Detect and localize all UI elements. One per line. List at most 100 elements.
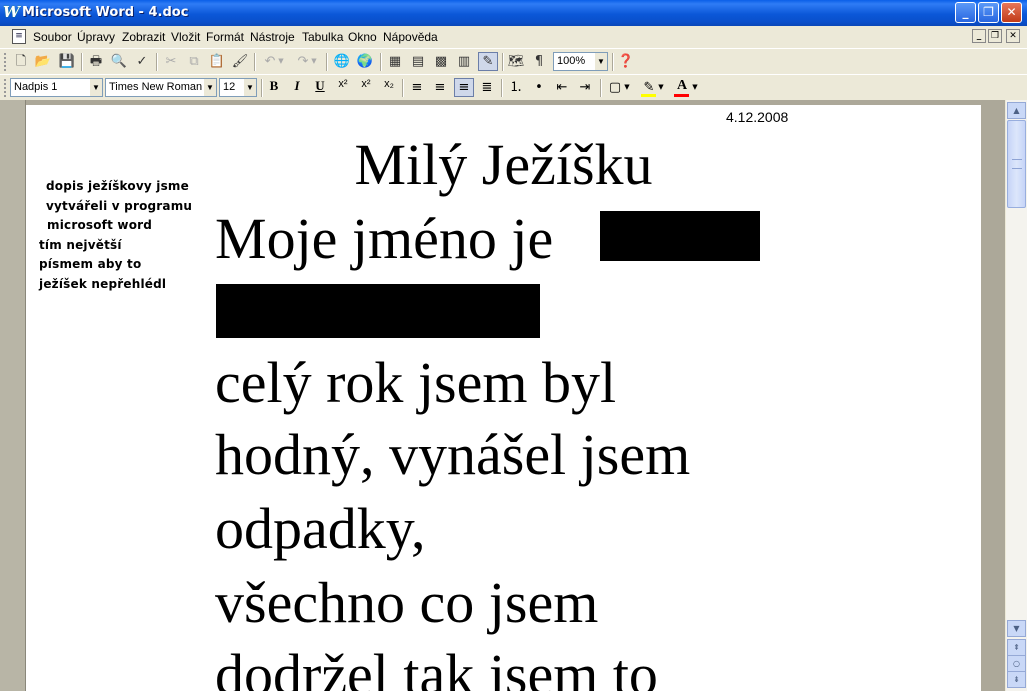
font-dropdown-icon[interactable]: ▼ <box>204 79 216 96</box>
vertical-ruler <box>0 100 26 691</box>
menu-bar: ≡ Soubor Úpravy Zobrazit Vložit Formát N… <box>0 26 1027 47</box>
toolbar-separator <box>502 53 504 71</box>
close-button[interactable]: ✕ <box>1001 2 1022 23</box>
align-center-icon[interactable]: ≡ <box>430 78 450 97</box>
align-left-icon[interactable]: ≡ <box>407 78 427 97</box>
drawing-icon[interactable]: ✎ <box>478 52 498 71</box>
redo-dropdown-icon[interactable]: ▼ <box>309 52 319 71</box>
document-area: 4.12.2008 Milý Ježíšku Moje jméno je cel… <box>0 100 1005 691</box>
formatting-toolbar: Nadpis 1 ▼ Times New Roman ▼ 12 ▼ B I U … <box>0 74 1027 100</box>
justify-icon[interactable]: ≣ <box>477 78 497 97</box>
doc-restore-button[interactable]: ❐ <box>988 29 1002 43</box>
document-map-icon[interactable]: 🗺 <box>506 52 526 71</box>
font-size-dropdown-icon[interactable]: ▼ <box>244 79 256 96</box>
doc-minimize-button[interactable]: _ <box>972 29 986 43</box>
increase-indent-icon[interactable]: ⇥ <box>575 78 595 97</box>
body-line: Moje jméno je <box>215 206 554 271</box>
toolbar-separator <box>254 53 256 71</box>
menu-vlozit[interactable]: Vložit <box>171 30 200 44</box>
font-size-value: 12 <box>223 81 236 93</box>
menu-format[interactable]: Formát <box>206 30 244 44</box>
spelling-icon[interactable]: ✓ <box>132 52 152 71</box>
menu-napoveda[interactable]: Nápověda <box>383 30 438 44</box>
menu-tabulka[interactable]: Tabulka <box>302 30 343 44</box>
insert-excel-icon[interactable]: ▩ <box>431 52 451 71</box>
side-note-line: vytvářeli v programu <box>46 199 193 213</box>
scroll-up-icon[interactable]: ▲ <box>1007 102 1026 119</box>
minimize-button[interactable]: _ <box>955 2 976 23</box>
toolbar-separator <box>402 79 404 97</box>
redacted-surname-block <box>216 284 540 338</box>
copy-icon[interactable]: ⧉ <box>184 52 204 71</box>
toolbar-grip[interactable] <box>4 53 9 71</box>
next-page-icon[interactable]: ⇟ <box>1007 671 1026 688</box>
bullets-icon[interactable]: • <box>529 78 549 97</box>
show-formatting-icon[interactable]: ¶ <box>529 52 549 71</box>
hyperlink-icon[interactable]: 🌐 <box>332 52 352 71</box>
borders-dropdown-icon[interactable]: ▼ <box>622 78 632 97</box>
body-line: odpadky, <box>215 496 426 561</box>
italic-button[interactable]: I <box>287 78 307 97</box>
restore-button[interactable]: ❐ <box>978 2 999 23</box>
style-value: Nadpis 1 <box>14 81 58 93</box>
doc-close-button[interactable]: ✕ <box>1006 29 1020 43</box>
bold-button[interactable]: B <box>264 78 284 97</box>
side-note-line: microsoft word <box>47 218 153 232</box>
browse-object-icon[interactable]: ○ <box>1007 655 1026 672</box>
scroll-down-icon[interactable]: ▼ <box>1007 620 1026 637</box>
numbering-icon[interactable]: ⒈ <box>506 78 526 97</box>
scroll-thumb[interactable] <box>1007 120 1026 208</box>
open-folder-icon[interactable]: 📂 <box>33 52 53 71</box>
undo-dropdown-icon[interactable]: ▼ <box>276 52 286 71</box>
decrease-indent-icon[interactable]: ⇤ <box>552 78 572 97</box>
columns-icon[interactable]: ▥ <box>454 52 474 71</box>
paste-icon[interactable]: 📋 <box>207 52 227 71</box>
cut-icon[interactable]: ✂ <box>161 52 181 71</box>
subscript-button[interactable]: x₂ <box>379 78 399 97</box>
format-painter-icon[interactable]: 🖌 <box>230 52 250 71</box>
tables-borders-icon[interactable]: ▦ <box>385 52 405 71</box>
document-page[interactable]: 4.12.2008 Milý Ježíšku Moje jméno je cel… <box>26 105 981 691</box>
toolbar-separator <box>156 53 158 71</box>
previous-page-icon[interactable]: ⇞ <box>1007 639 1026 656</box>
font-select[interactable]: Times New Roman ▼ <box>105 78 217 97</box>
print-preview-icon[interactable]: 🔍 <box>109 52 129 71</box>
toolbar-separator <box>326 53 328 71</box>
font-color-dropdown-icon[interactable]: ▼ <box>690 78 700 97</box>
style-select[interactable]: Nadpis 1 ▼ <box>10 78 103 97</box>
zoom-select[interactable]: 100% ▼ <box>553 52 608 71</box>
title-bar[interactable]: W Microsoft Word - 4.doc _ ❐ ✕ <box>0 0 1027 26</box>
vertical-scrollbar[interactable]: ▲ ▼ ⇞ ○ ⇟ <box>1005 100 1027 691</box>
menu-upravy[interactable]: Úpravy <box>77 30 115 44</box>
side-note-line: dopis ježíškovy jsme <box>46 179 189 193</box>
menu-okno[interactable]: Okno <box>348 30 377 44</box>
superscript-alt-button[interactable]: x² <box>356 78 376 97</box>
menu-nastroje[interactable]: Nástroje <box>250 30 295 44</box>
new-document-icon[interactable]: 🗋 <box>11 52 31 71</box>
web-toolbar-icon[interactable]: 🌍 <box>355 52 375 71</box>
superscript-button[interactable]: x² <box>333 78 353 97</box>
help-icon[interactable]: ❓ <box>616 52 636 71</box>
body-line: všechno co jsem <box>215 570 599 635</box>
save-icon[interactable]: 💾 <box>57 52 77 71</box>
underline-button[interactable]: U <box>310 78 330 97</box>
zoom-value: 100% <box>557 55 586 67</box>
toolbar-separator <box>81 53 83 71</box>
toolbar-grip[interactable] <box>4 79 9 97</box>
menu-zobrazit[interactable]: Zobrazit <box>122 30 165 44</box>
highlight-dropdown-icon[interactable]: ▼ <box>656 78 666 97</box>
side-note-line: ježíšek nepřehlédl <box>39 277 167 291</box>
window-title: Microsoft Word - 4.doc <box>22 5 189 20</box>
style-dropdown-icon[interactable]: ▼ <box>90 79 102 96</box>
toolbar-separator <box>612 53 614 71</box>
zoom-dropdown-icon[interactable]: ▼ <box>595 53 607 70</box>
align-right-icon[interactable]: ≡ <box>454 78 474 97</box>
insert-table-icon[interactable]: ▤ <box>408 52 428 71</box>
document-icon[interactable]: ≡ <box>12 29 26 44</box>
menu-soubor[interactable]: Soubor <box>33 30 72 44</box>
word-app-icon[interactable]: W <box>3 4 20 21</box>
font-size-select[interactable]: 12 ▼ <box>219 78 257 97</box>
body-line: hodný, vynášel jsem <box>215 422 691 487</box>
body-line: celý rok jsem byl <box>215 350 617 415</box>
print-icon[interactable]: 🖶 <box>86 52 106 71</box>
